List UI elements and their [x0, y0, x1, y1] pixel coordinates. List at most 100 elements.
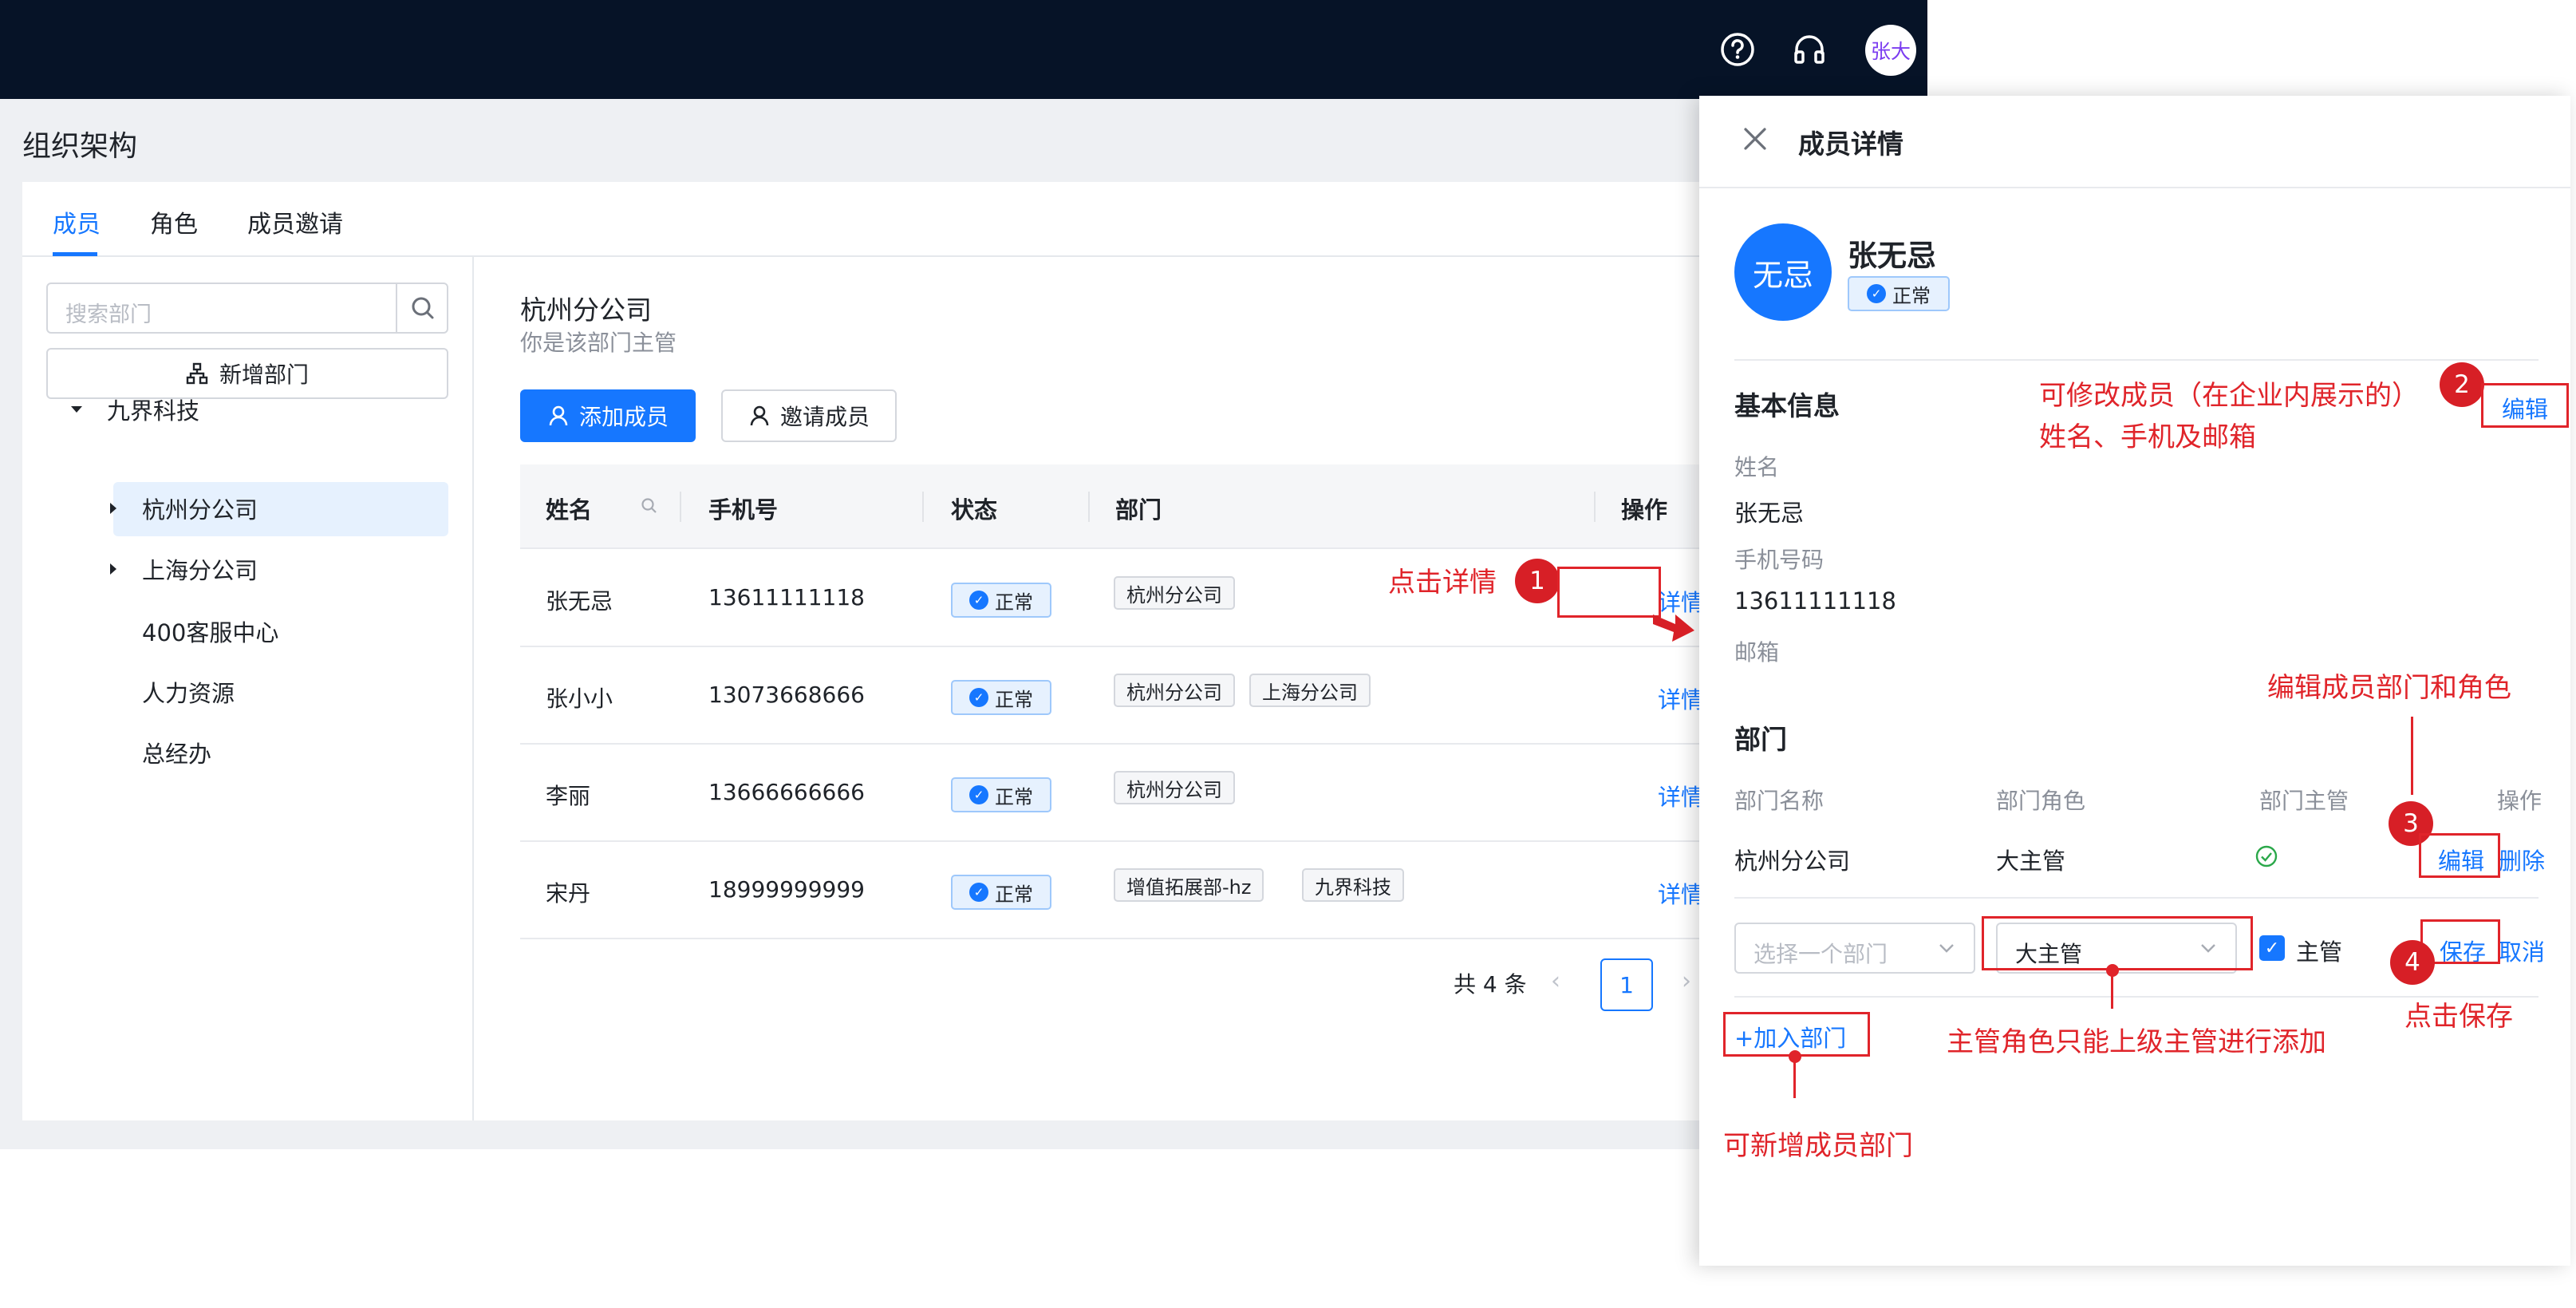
annotation-add-dept-note: 可新增成员部门: [1723, 1130, 1913, 1162]
annotation-connector: [2111, 970, 2113, 1009]
department-title: 杭州分公司: [520, 294, 652, 326]
cancel-link[interactable]: 取消: [2499, 934, 2545, 967]
tree-node-hangzhou[interactable]: 杭州分公司: [105, 482, 258, 535]
headset-icon[interactable]: [1790, 30, 1828, 69]
dept-name-cell: 杭州分公司: [1734, 848, 1851, 875]
close-icon[interactable]: [1739, 123, 1771, 155]
tree-node-label: 杭州分公司: [142, 496, 258, 524]
search-icon[interactable]: [640, 496, 659, 516]
question-circle-icon[interactable]: [1718, 30, 1757, 69]
check-circle-icon: ✓: [969, 883, 988, 902]
member-name: 张无忌: [546, 588, 613, 614]
annotation-click-save: 点击保存: [2404, 1001, 2513, 1033]
member-phone: 13611111118: [708, 584, 865, 611]
tree-node-label: 400客服中心: [142, 619, 279, 646]
chevron-down-icon: [1939, 944, 1954, 953]
status-text: 正常: [995, 785, 1033, 808]
status-badge: ✓ 正常: [951, 875, 1051, 910]
annotation-box-basic-edit: [2481, 383, 2569, 428]
tab-invites[interactable]: 成员邀请: [247, 204, 343, 239]
drawer-title: 成员详情: [1798, 128, 1903, 160]
column-divider: [680, 492, 681, 522]
tree-node-gm-office[interactable]: 总经办: [142, 726, 211, 779]
pagination-page[interactable]: 1: [1600, 958, 1653, 1011]
add-department-label: 新增部门: [219, 362, 309, 388]
add-member-label: 添加成员: [578, 404, 669, 430]
column-header-name: 姓名: [546, 496, 593, 524]
dept-search-box[interactable]: 搜索部门: [46, 283, 448, 334]
user-icon: [750, 405, 769, 426]
tree-node-label: 上海分公司: [142, 557, 258, 584]
column-divider: [1594, 492, 1596, 522]
annotation-number-1: 1: [1515, 559, 1560, 603]
annotation-click-detail: 点击详情: [1388, 567, 1497, 599]
invite-member-button[interactable]: 邀请成员: [721, 389, 897, 442]
member-name: 张小小: [546, 686, 613, 712]
department-tag: 杭州分公司: [1114, 771, 1235, 804]
annotation-box-role-select: [1982, 916, 2253, 970]
caret-right-icon[interactable]: [105, 561, 121, 577]
email-label: 邮箱: [1734, 639, 1780, 666]
pagination-total: 共 4 条: [1454, 971, 1527, 998]
tree-node-hr[interactable]: 人力资源: [142, 666, 235, 718]
active-tab-indicator: [53, 252, 97, 256]
phone-value: 13611111118: [1734, 587, 1896, 614]
check-circle-icon: ✓: [969, 591, 988, 610]
column-header-department: 部门: [1115, 496, 1162, 524]
caret-right-icon[interactable]: [105, 500, 121, 516]
tab-members[interactable]: 成员: [53, 204, 101, 239]
status-badge: ✓ 正常: [951, 583, 1051, 618]
status-text: 正常: [995, 883, 1033, 906]
pagination-prev[interactable]: ‹: [1551, 967, 1560, 995]
annotation-number-4: 4: [2390, 940, 2435, 985]
search-button[interactable]: [396, 284, 447, 332]
top-navigation-bar: 张大: [0, 0, 1927, 99]
basic-info-heading: 基本信息: [1734, 390, 1840, 421]
column-divider: [1088, 492, 1090, 522]
department-subtitle: 你是该部门主管: [520, 330, 677, 356]
col-dept-name: 部门名称: [1734, 788, 1825, 814]
check-circle-icon: ✓: [969, 688, 988, 707]
dept-search-input[interactable]: 搜索部门: [65, 297, 152, 328]
annotation-connector: [2411, 717, 2413, 795]
member-phone: 13073668666: [708, 682, 865, 708]
department-tag: 杭州分公司: [1114, 674, 1235, 707]
detail-link[interactable]: 详情: [1658, 876, 1704, 910]
dept-delete-link[interactable]: 删除: [2499, 843, 2545, 876]
check-circle-icon: ✓: [1867, 284, 1886, 303]
col-actions: 操作: [2497, 788, 2542, 814]
member-avatar: 无忌: [1734, 223, 1832, 321]
column-divider: [922, 492, 924, 522]
annotation-box-dept-edit: [2419, 833, 2500, 878]
tree-node-service-center[interactable]: 400客服中心: [142, 605, 278, 658]
add-member-button[interactable]: 添加成员: [520, 389, 696, 442]
status-text: 正常: [1892, 284, 1931, 307]
department-sidebar: 搜索部门 新增部门 九界科技 杭州分公司 上海分公司 400客服中心 人力资源 …: [22, 257, 474, 1120]
annotation-number-2: 2: [2440, 362, 2484, 407]
column-header-status: 状态: [951, 496, 998, 524]
member-name: 宋丹: [546, 880, 591, 907]
tree-node-shanghai[interactable]: 上海分公司: [105, 543, 258, 595]
member-phone: 13666666666: [708, 779, 865, 805]
department-tag: 增值拓展部-hz: [1114, 868, 1264, 902]
tree-node-root[interactable]: 九界科技: [69, 383, 199, 436]
detail-link[interactable]: 详情: [1658, 682, 1704, 715]
pagination-next[interactable]: ›: [1682, 967, 1691, 995]
manager-checkbox[interactable]: ✓: [2259, 935, 2285, 961]
check-circle-icon: ✓: [969, 785, 988, 804]
tab-roles[interactable]: 角色: [150, 204, 198, 239]
detail-link[interactable]: 详情: [1658, 779, 1704, 812]
annotation-basic-line1: 可修改成员（在企业内展示的）: [2039, 380, 2419, 412]
col-dept-manager: 部门主管: [2259, 788, 2349, 814]
drawer-header: 成员详情: [1699, 96, 2570, 188]
department-heading: 部门: [1734, 724, 1787, 755]
annotation-arrow-icon: [1653, 614, 1694, 642]
user-avatar[interactable]: 张大: [1865, 25, 1916, 76]
caret-down-icon[interactable]: [69, 401, 85, 417]
department-tag: 九界科技: [1302, 868, 1404, 902]
col-dept-role: 部门角色: [1996, 788, 2086, 814]
manager-checkbox-label: 主管: [2296, 939, 2343, 966]
name-value: 张无忌: [1734, 500, 1805, 527]
dept-select[interactable]: 选择一个部门: [1734, 923, 1975, 974]
org-chart-icon: [186, 362, 208, 385]
